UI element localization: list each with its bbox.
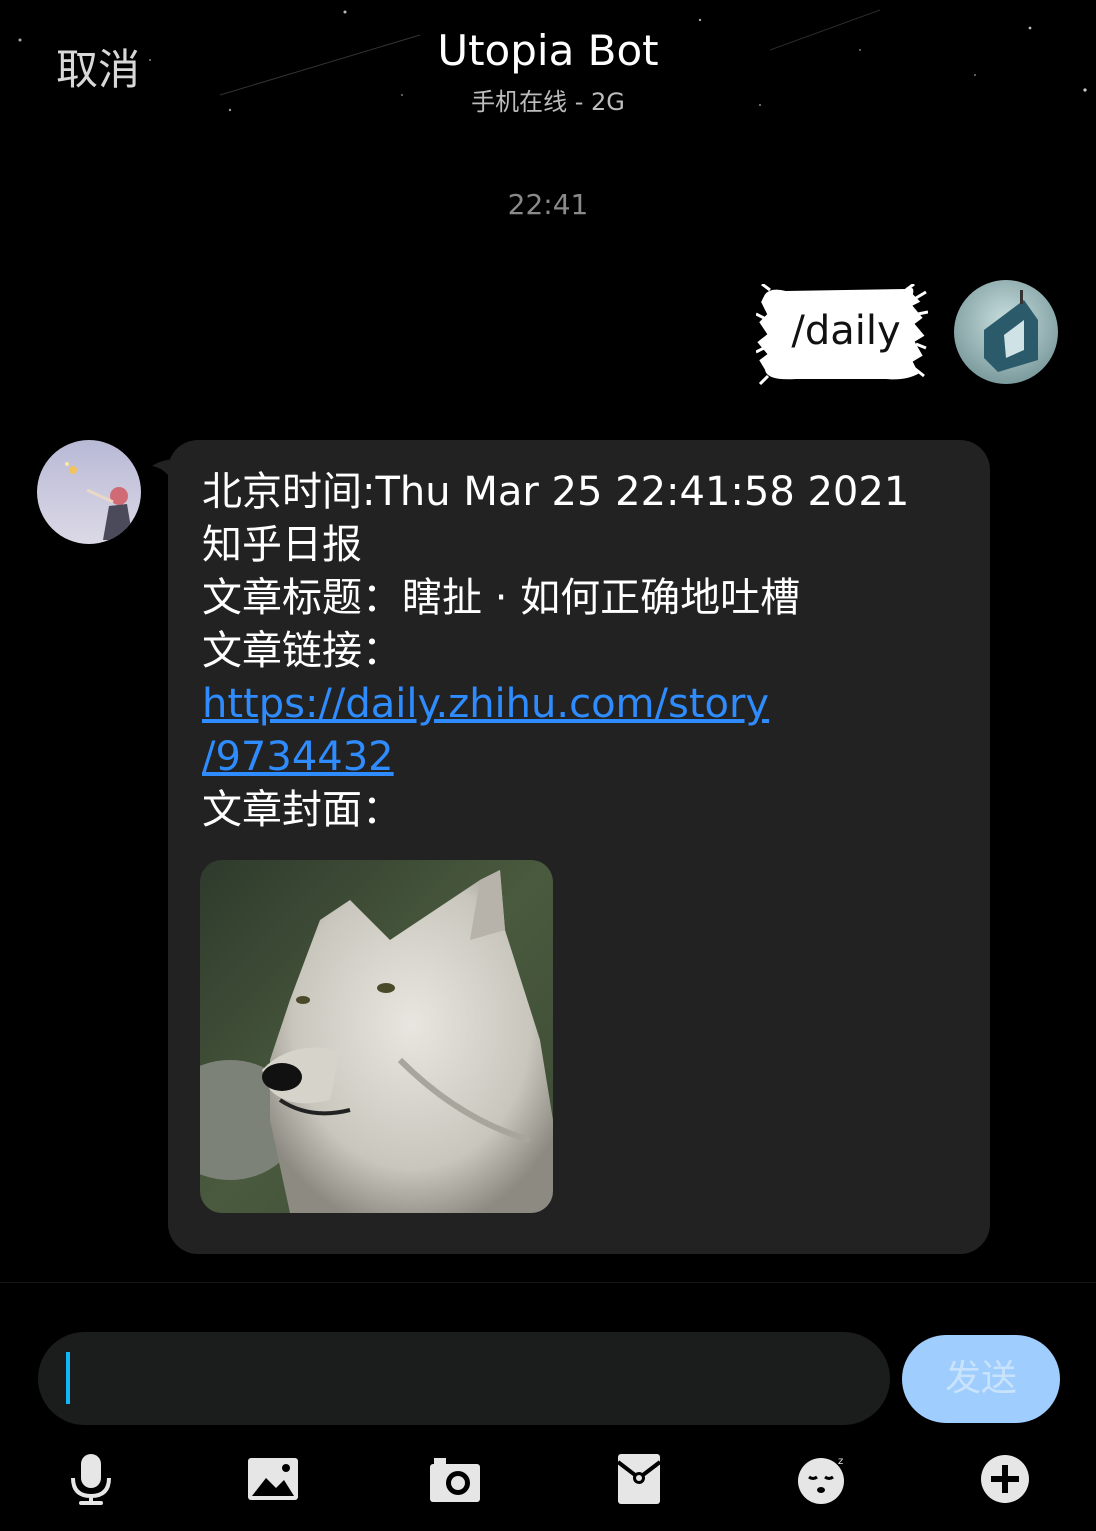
outgoing-message-text: /daily bbox=[791, 308, 901, 354]
my-avatar[interactable] bbox=[954, 280, 1058, 384]
camera-icon[interactable] bbox=[428, 1452, 482, 1506]
article-link-part1[interactable]: https://daily.zhihu.com/story bbox=[202, 681, 769, 727]
incoming-message-text: 北京时间:Thu Mar 25 22:41:58 2021 知乎日报 文章标题：… bbox=[202, 466, 962, 837]
chat-header: 取消 Utopia Bot 手机在线 - 2G bbox=[0, 0, 1096, 130]
red-packet-icon[interactable] bbox=[612, 1452, 666, 1506]
message-line-link-label: 文章链接： bbox=[202, 628, 402, 674]
avatar-image bbox=[37, 440, 141, 544]
incoming-message-bubble[interactable]: 北京时间:Thu Mar 25 22:41:58 2021 知乎日报 文章标题：… bbox=[168, 440, 990, 1254]
message-line-source: 知乎日报 bbox=[202, 522, 362, 568]
emoji-icon[interactable]: z bbox=[796, 1452, 850, 1506]
avatar-image bbox=[954, 280, 1058, 384]
bot-avatar[interactable] bbox=[37, 440, 141, 544]
composer-divider bbox=[0, 1282, 1096, 1283]
message-timestamp: 22:41 bbox=[507, 188, 589, 221]
outgoing-message-bubble[interactable]: /daily bbox=[756, 284, 928, 386]
message-line-article-title: 文章标题：瞎扯 · 如何正确地吐槽 bbox=[202, 575, 801, 621]
message-input[interactable] bbox=[78, 1332, 872, 1427]
text-cursor bbox=[66, 1352, 70, 1404]
article-link-part2[interactable]: /9734432 bbox=[202, 734, 394, 780]
chat-title: Utopia Bot bbox=[437, 26, 659, 75]
plus-icon[interactable] bbox=[978, 1452, 1032, 1506]
message-input-container[interactable] bbox=[38, 1332, 890, 1427]
message-line-time: 北京时间:Thu Mar 25 22:41:58 2021 bbox=[202, 469, 910, 515]
online-status: 手机在线 - 2G bbox=[471, 88, 625, 116]
send-button[interactable]: 发送 bbox=[902, 1335, 1060, 1423]
svg-text:z: z bbox=[838, 1456, 843, 1467]
article-cover-image[interactable] bbox=[200, 860, 553, 1213]
image-icon[interactable] bbox=[246, 1452, 300, 1506]
message-line-cover-label: 文章封面： bbox=[202, 787, 402, 833]
microphone-icon[interactable] bbox=[64, 1452, 118, 1506]
wolf-image bbox=[200, 860, 553, 1213]
